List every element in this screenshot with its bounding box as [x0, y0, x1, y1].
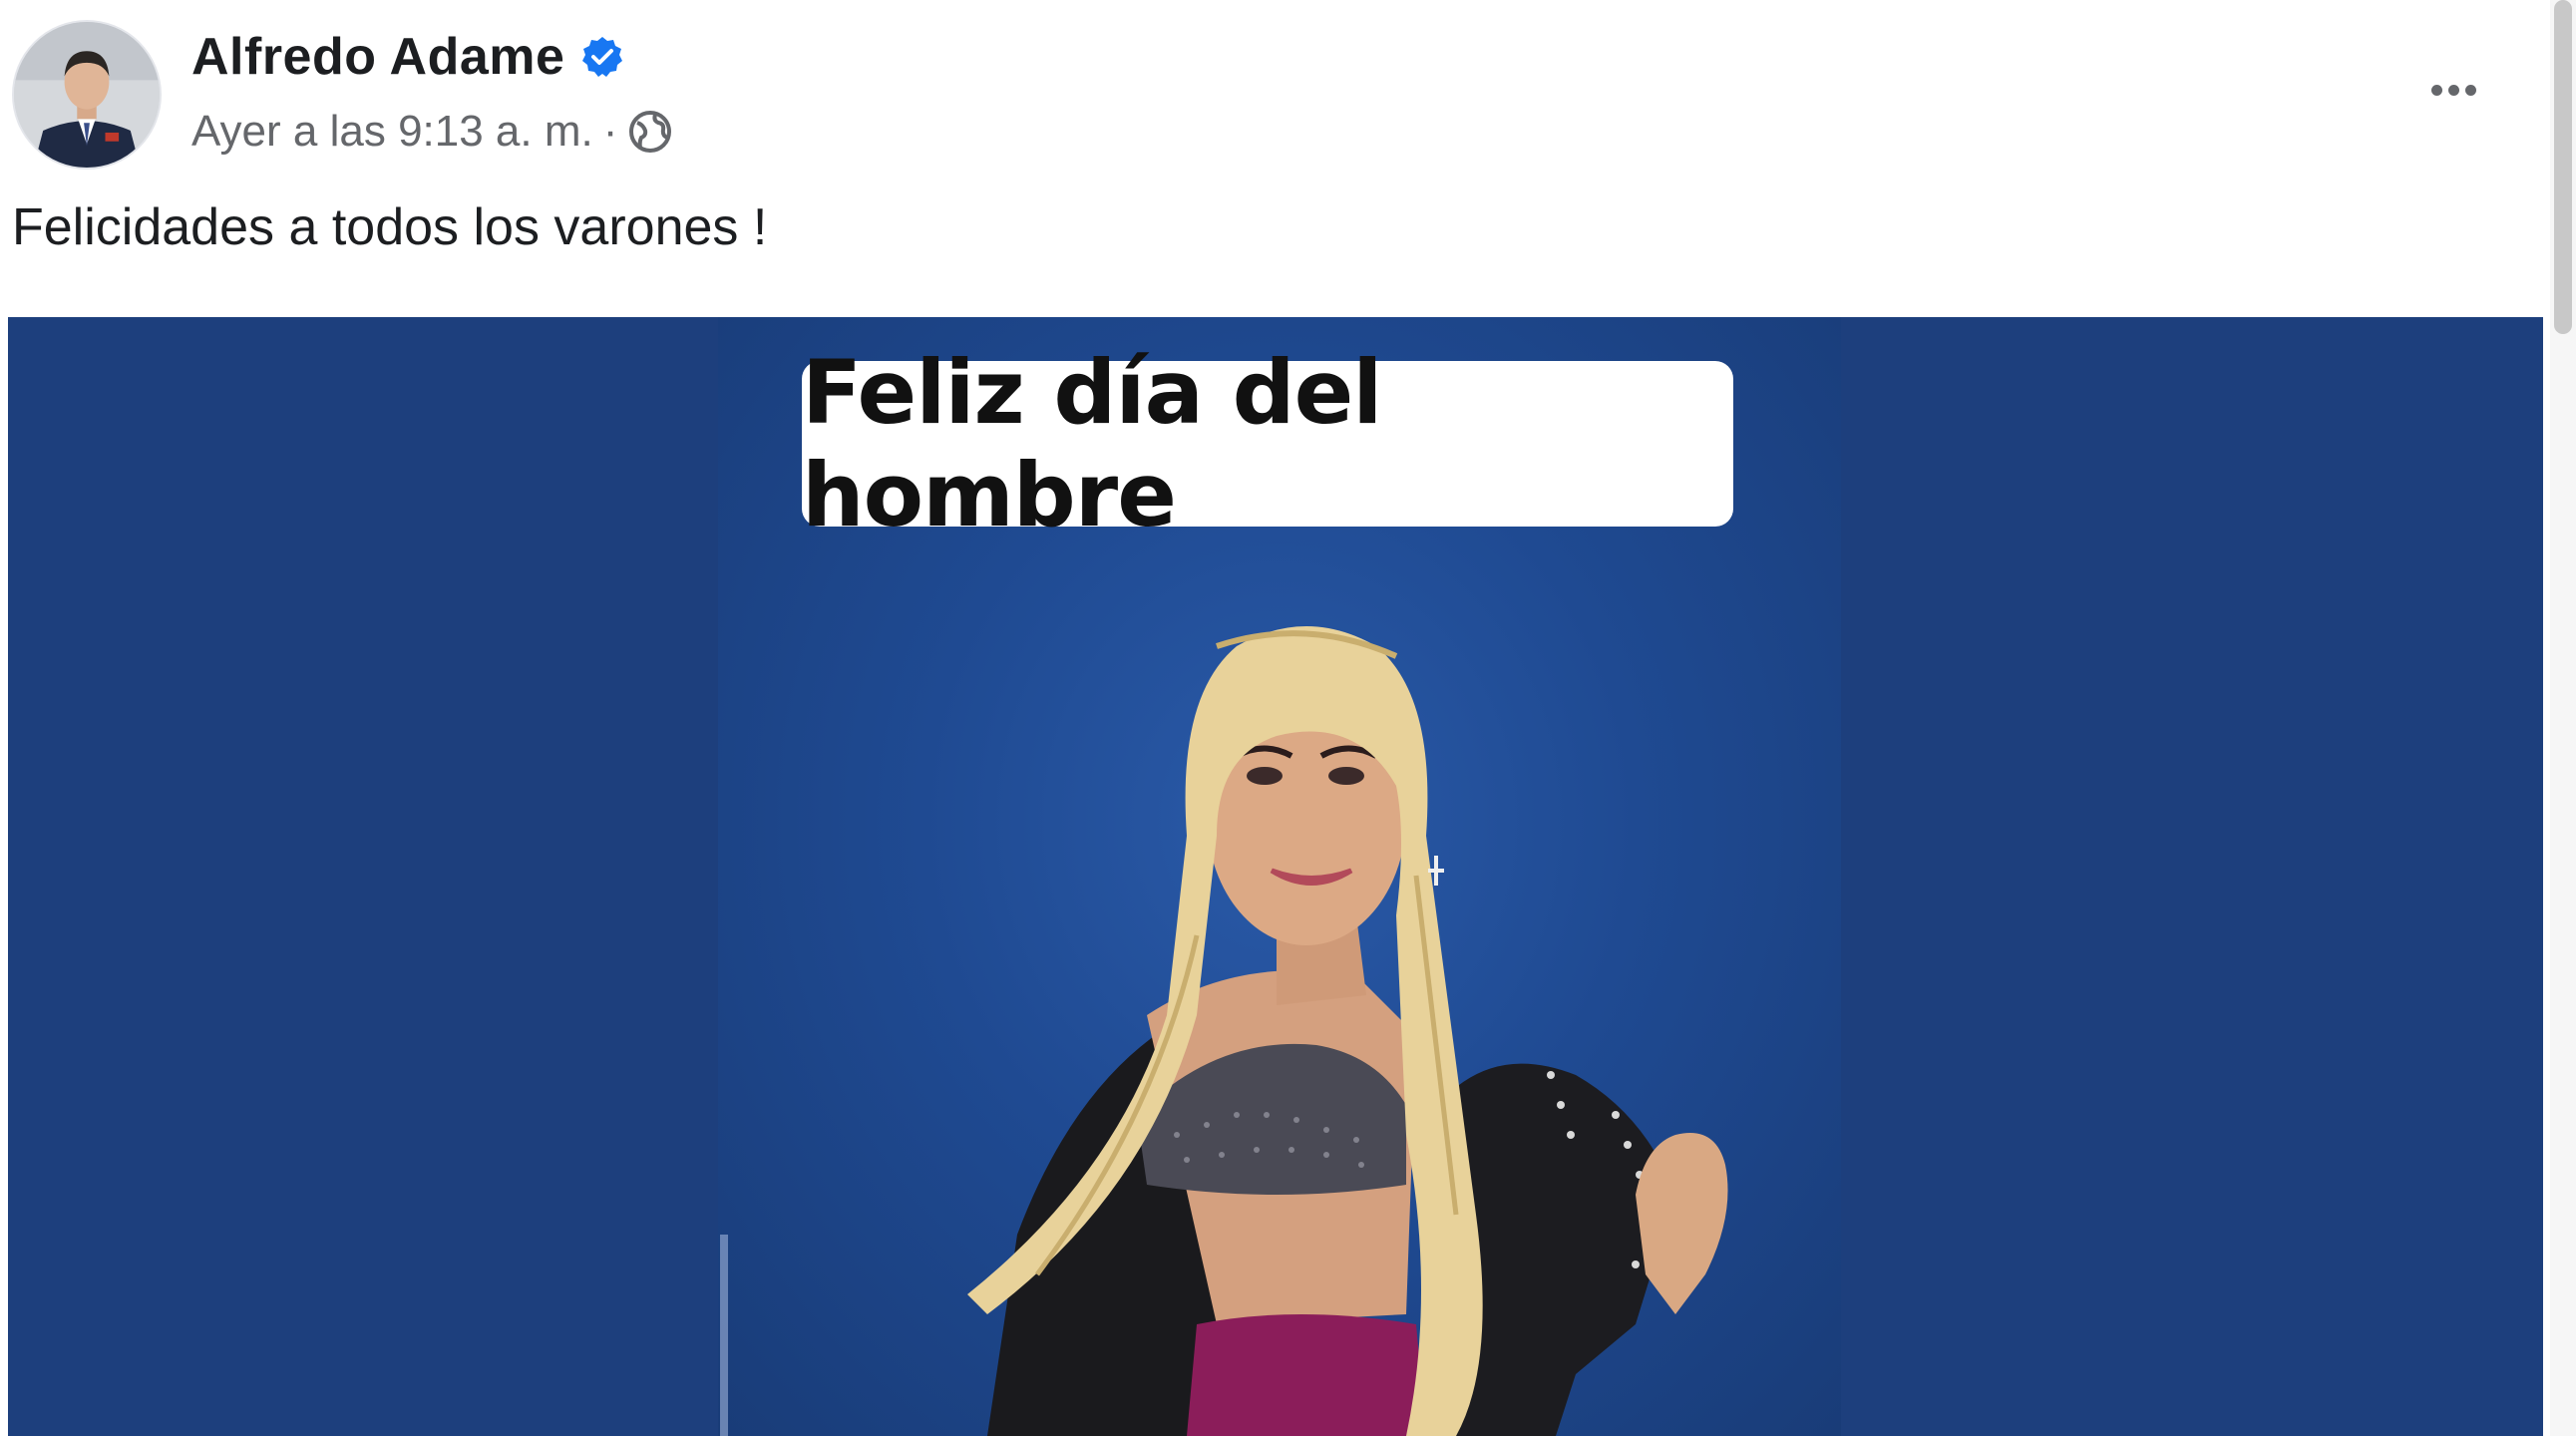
more-options-dot: [2430, 84, 2442, 96]
verified-badge-icon: [580, 35, 624, 79]
more-options-dot: [2447, 84, 2459, 96]
overlay-text: Feliz día del hombre: [802, 341, 1733, 546]
post-header: Alfredo Adame Ayer a las 9:13 a. m. ·: [0, 0, 2543, 189]
post-timestamp[interactable]: Ayer a las 9:13 a. m.: [191, 107, 593, 157]
more-options-button[interactable]: [2413, 60, 2493, 120]
author-name[interactable]: Alfredo Adame: [191, 27, 564, 87]
scrollbar-thumb[interactable]: [2554, 0, 2572, 334]
scrollbar-track[interactable]: [2550, 0, 2576, 1436]
profile-photo: [14, 22, 160, 168]
facebook-post: Alfredo Adame Ayer a las 9:13 a. m. · Fe…: [0, 0, 2576, 1436]
post-meta: Ayer a las 9:13 a. m. ·: [191, 102, 673, 162]
post-photo: Feliz día del hombre: [718, 317, 1841, 1436]
more-options-dot: [2464, 84, 2476, 96]
author-row: Alfredo Adame: [191, 22, 624, 92]
post-caption: Felicidades a todos los varones !: [12, 198, 768, 256]
globe-icon[interactable]: [627, 109, 673, 155]
author-avatar[interactable]: [12, 20, 162, 170]
meta-separator: ·: [602, 107, 618, 156]
post-image[interactable]: Feliz día del hombre: [8, 317, 2543, 1436]
